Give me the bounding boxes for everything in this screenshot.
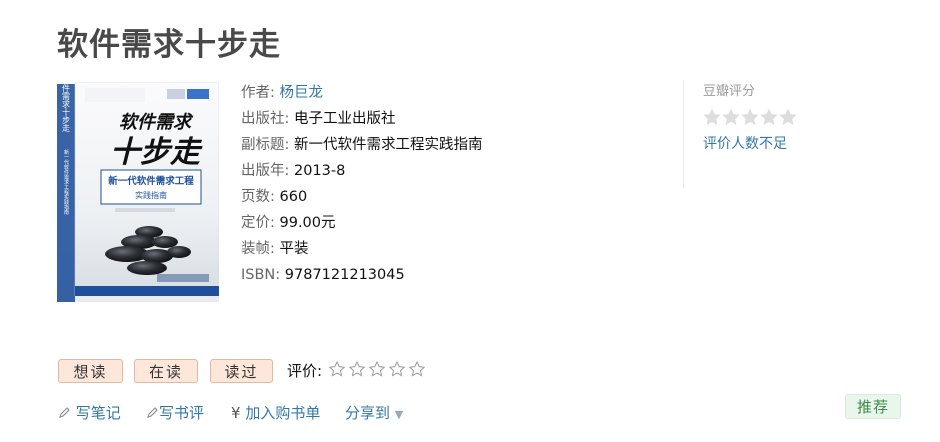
star-outline-icon[interactable] [408,360,426,377]
star-outline-icon[interactable] [388,360,406,377]
rating-title: 豆瓣评分 [703,84,756,99]
have-read-button[interactable]: 读过 [210,359,273,383]
write-review-label: 写书评 [159,404,205,422]
svg-text:软件需求十步走: 软件需求十步走 [62,82,71,133]
write-note-link[interactable]: 写笔记 [57,402,121,423]
cover-title-line2: 十步走 [110,135,203,170]
user-rating-stars[interactable] [328,360,428,380]
info-row-isbn: ISBN: 9787121213045 [241,262,483,288]
author-link[interactable]: 杨巨龙 [280,85,324,101]
rating-star-icon [760,108,778,125]
price-value: 99.00元 [279,215,336,231]
pages-value: 660 [279,189,308,205]
info-row-subtitle: 副标题: 新一代软件需求工程实践指南 [241,132,483,158]
recommend-button[interactable]: 推荐 [845,394,901,419]
page-title: 软件需求十步走 [57,27,281,63]
info-row-year: 出版年: 2013-8 [241,158,483,184]
binding-value: 平装 [279,241,309,257]
yen-icon: ¥ [231,404,241,422]
publisher-value: 电子工业出版社 [294,111,396,127]
cover-title-line1: 软件需求 [119,112,194,133]
pencil-icon [59,407,70,418]
info-row-binding: 装帧: 平装 [241,236,483,262]
author-label: 作者: [241,85,275,101]
info-row-price: 定价: 99.00元 [241,210,483,236]
publisher-label: 出版社: [241,111,290,127]
star-outline-icon[interactable] [348,360,366,377]
rate-label: 评价: [287,362,323,380]
reading-button[interactable]: 在读 [134,359,198,383]
pencil-icon [147,407,158,418]
star-outline-icon[interactable] [368,360,386,377]
year-value: 2013-8 [294,163,346,179]
add-to-booklist-link[interactable]: ¥ 加入购书单 [231,402,320,423]
douban-rating-panel: 豆瓣评分 评价人数不足 [683,80,854,188]
year-label: 出版年: [241,163,290,179]
rating-stars [703,108,797,125]
rating-star-icon [779,108,797,125]
info-row-publisher: 出版社: 电子工业出版社 [241,106,483,132]
write-review-link[interactable]: 写书评 [145,402,204,423]
binding-label: 装帧: [241,241,275,257]
write-note-label: 写笔记 [75,404,121,422]
book-info: 作者: 杨巨龙 出版社: 电子工业出版社 副标题: 新一代软件需求工程实践指南 … [241,80,483,288]
star-outline-icon[interactable] [328,360,346,377]
share-to-label: 分享到 [345,404,391,422]
want-to-read-button[interactable]: 想读 [58,359,123,383]
add-to-booklist-label: 加入购书单 [245,404,321,422]
pages-label: 页数: [241,189,275,205]
info-row-pages: 页数: 660 [241,184,483,210]
share-to-link[interactable]: 分享到 ▼ [345,402,403,423]
rating-star-icon [722,108,740,125]
isbn-label: ISBN: [241,267,281,283]
info-row-author: 作者: 杨巨龙 [241,80,483,106]
rating-star-icon [741,108,759,125]
rating-insufficient-link[interactable]: 评价人数不足 [703,133,787,153]
cover-subtitle-line2: 实践指南 [135,190,167,200]
chevron-down-icon: ▼ [394,408,404,421]
svg-text:新一代软件需求工程实践指南: 新一代软件需求工程实践指南 [63,149,69,215]
cover-subtitle-line1: 新一代软件需求工程 [108,175,194,187]
rating-star-icon [703,108,721,125]
book-cover-image[interactable]: 软件需求十步走 新一代软件需求工程实践指南 软件需求 十步走 新一代软件需求工程… [57,82,219,304]
price-label: 定价: [241,215,275,231]
book-page: 软件需求十步走 软件需求十步走 新一代软件需求工程实践指南 软件需求 十步走 新… [0,0,940,442]
isbn-value: 9787121213045 [284,267,405,283]
subtitle-label: 副标题: [241,137,290,153]
subtitle-value: 新一代软件需求工程实践指南 [294,137,483,153]
